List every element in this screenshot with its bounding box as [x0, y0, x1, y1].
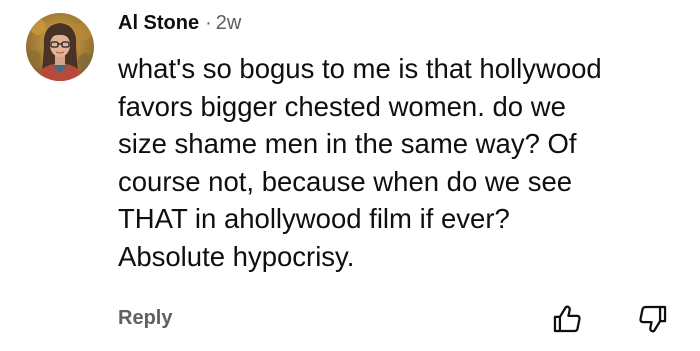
comment-line: course not, because when do we see [118, 165, 573, 197]
comment-line: THAT in ahollywood film if ever? [118, 203, 510, 234]
dislike-button[interactable] [636, 302, 670, 336]
comment-timestamp[interactable]: 2w [216, 12, 242, 35]
author-name[interactable]: Al Stone [118, 12, 199, 35]
thumbs-down-icon [639, 305, 667, 333]
avatar-image [26, 13, 94, 81]
like-button[interactable] [550, 302, 584, 336]
avatar[interactable] [26, 13, 94, 81]
comment-line: size shame men in the same way? Of [118, 128, 577, 159]
reply-button[interactable]: Reply [118, 307, 172, 330]
thumbs-up-icon [553, 305, 581, 333]
comment-body: what's so bogus to me is that hollywood … [118, 50, 688, 275]
header-separator: · [205, 12, 212, 34]
comment-header: Al Stone · 2w [118, 12, 241, 38]
comment-line: what's so bogus to me is that hollywood [118, 53, 602, 84]
comment-line: favors bigger chested women. do we [118, 90, 566, 122]
comment-line: Absolute hypocrisy. [118, 240, 355, 272]
